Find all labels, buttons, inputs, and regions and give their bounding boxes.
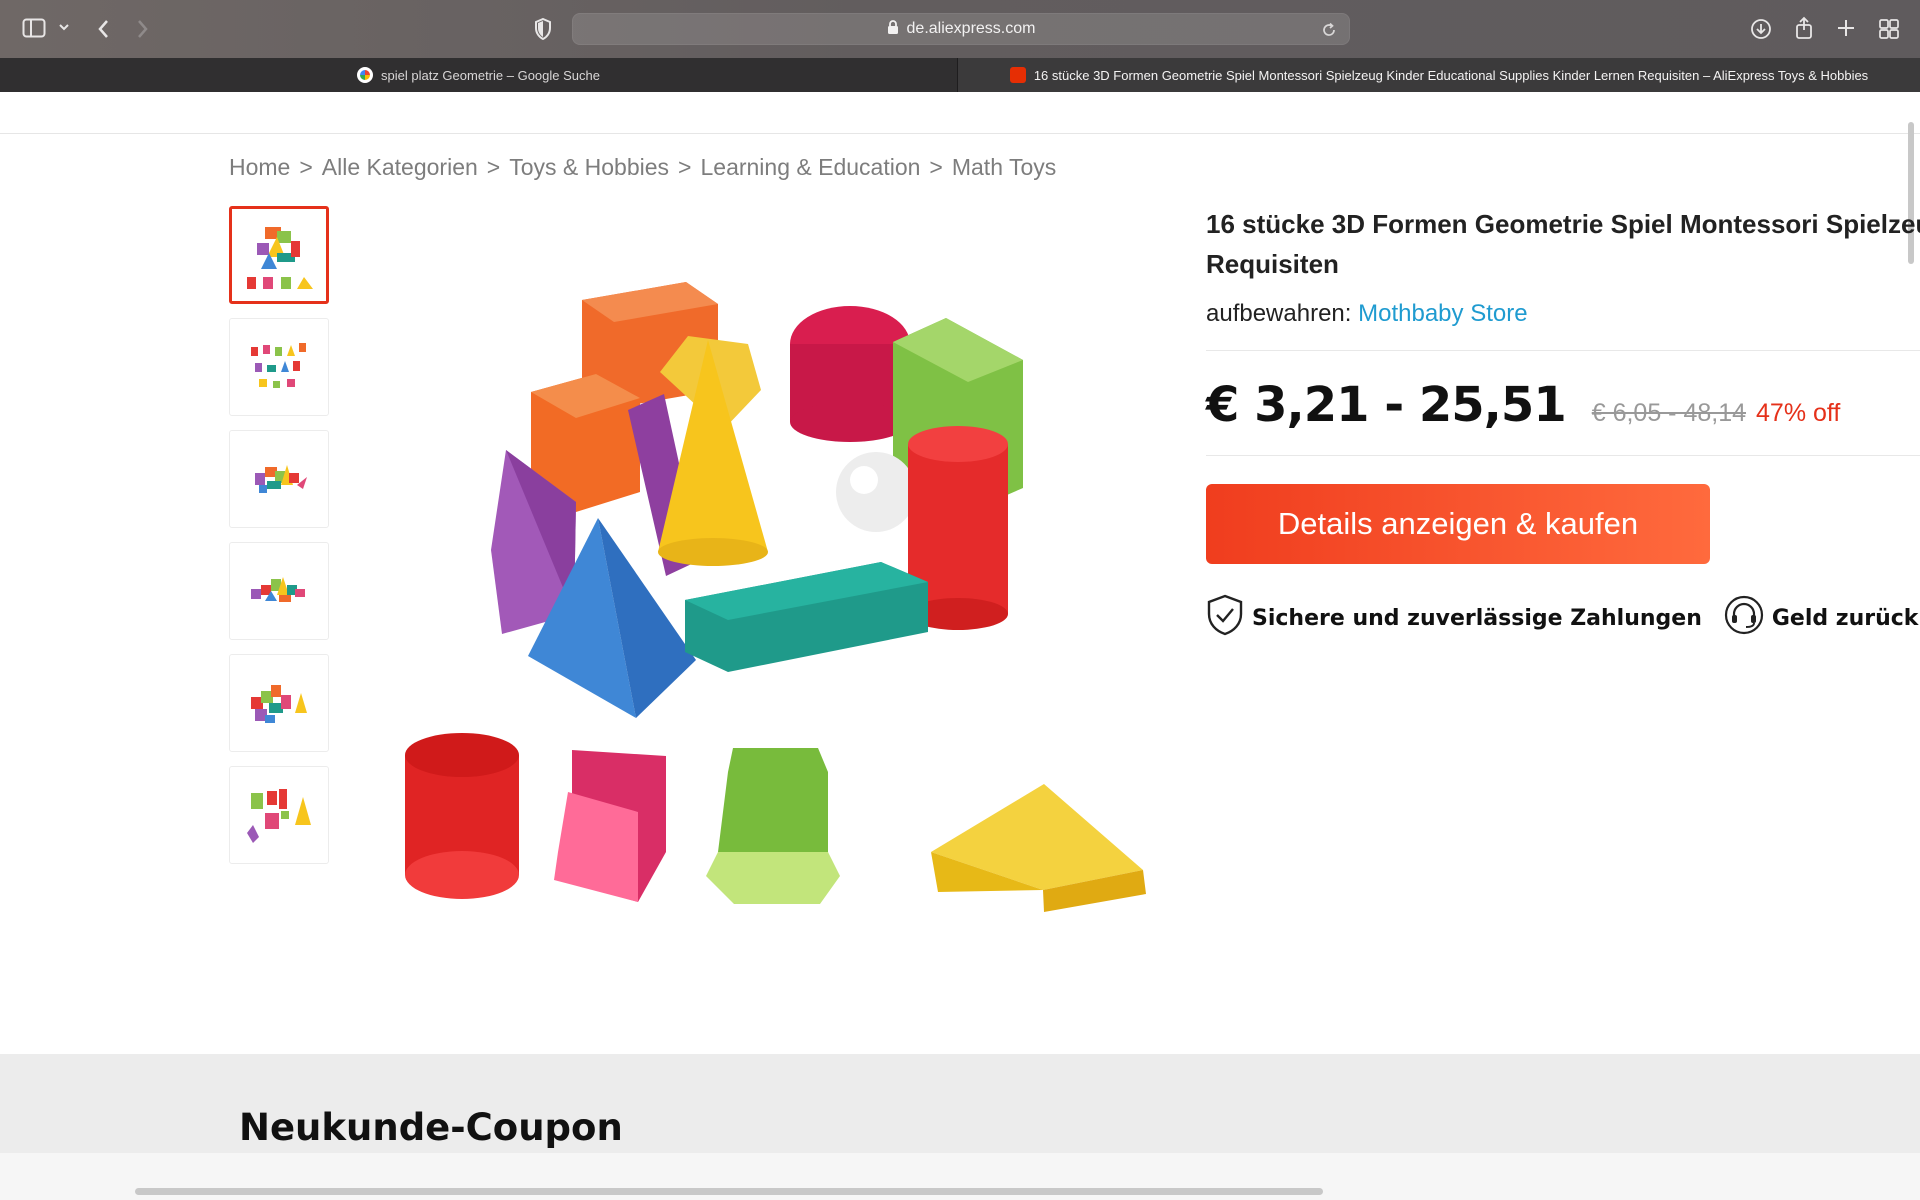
current-price: € 3,21 - 25,51	[1206, 377, 1567, 433]
product-thumbnail[interactable]	[229, 318, 329, 416]
money-back-assurance: Geld zurück garant	[1724, 595, 1920, 641]
product-info: 16 stücke 3D Formen Geometrie Spiel Mont…	[1206, 204, 1920, 642]
tab-google-search[interactable]: spiel platz Geometrie – Google Suche	[0, 58, 958, 92]
discount-badge: 47% off	[1756, 399, 1841, 427]
tab-bar: spiel platz Geometrie – Google Suche 16 …	[0, 58, 1920, 92]
product-thumbnail[interactable]	[229, 766, 329, 864]
headset-icon	[1724, 595, 1772, 641]
shield-check-icon	[1206, 594, 1252, 642]
browser-toolbar: de.aliexpress.com	[0, 0, 1920, 58]
product-thumbnail[interactable]	[229, 430, 329, 528]
store-line: aufbewahren: Mothbaby Store	[1206, 300, 1920, 328]
divider	[1206, 455, 1920, 456]
product-title: 16 stücke 3D Formen Geometrie Spiel Mont…	[1206, 209, 1920, 279]
store-link[interactable]: Mothbaby Store	[1358, 300, 1527, 327]
thumbnail-list	[229, 206, 329, 878]
sidebar-toggle-icon[interactable]	[22, 18, 46, 38]
breadcrumb-learning-education[interactable]: Learning & Education	[700, 154, 920, 181]
horizontal-scrollbar[interactable]	[135, 1188, 1323, 1195]
original-price: € 6,05 - 48,14	[1591, 399, 1747, 427]
secure-payment-assurance: Sichere und zuverlässige Zahlungen	[1206, 594, 1702, 642]
breadcrumb-separator: >	[678, 154, 692, 180]
assurance-label: Sichere und zuverlässige Zahlungen	[1252, 605, 1702, 631]
tab-title: 16 stücke 3D Formen Geometrie Spiel Mont…	[1033, 67, 1869, 83]
price-row: € 3,21 - 25,51 € 6,05 - 48,14 47% off	[1206, 377, 1920, 433]
tab-title: spiel platz Geometrie – Google Suche	[381, 67, 600, 83]
product-thumbnail[interactable]	[229, 206, 329, 304]
privacy-shield-icon[interactable]	[534, 18, 552, 40]
address-bar[interactable]: de.aliexpress.com	[572, 13, 1350, 45]
breadcrumb-math-toys[interactable]: Math Toys	[952, 154, 1056, 181]
tab-overview-icon[interactable]	[1878, 18, 1900, 40]
assurance-row: Sichere und zuverlässige Zahlungen Geld …	[1206, 594, 1920, 642]
product-thumbnail[interactable]	[229, 542, 329, 640]
new-tab-icon[interactable]	[1836, 18, 1856, 38]
breadcrumb-all-categories[interactable]: Alle Kategorien	[322, 154, 478, 181]
google-favicon-icon	[357, 67, 374, 83]
product-thumbnail[interactable]	[229, 654, 329, 752]
reload-icon[interactable]	[1321, 22, 1337, 42]
page-content: Home > Alle Kategorien > Toys & Hobbies …	[0, 92, 1920, 1200]
tab-aliexpress[interactable]: 16 stücke 3D Formen Geometrie Spiel Mont…	[958, 58, 1920, 92]
url-text: de.aliexpress.com	[906, 20, 1036, 37]
breadcrumb-home[interactable]: Home	[229, 154, 290, 181]
forward-icon[interactable]	[136, 18, 150, 40]
breadcrumb-separator: >	[929, 154, 943, 180]
assurance-label: Geld zurück garant	[1771, 605, 1920, 631]
header-strip	[0, 92, 1920, 134]
breadcrumb-separator: >	[299, 154, 313, 180]
aliexpress-favicon-icon	[1009, 67, 1026, 83]
view-details-buy-button[interactable]: Details anzeigen & kaufen	[1206, 484, 1710, 564]
breadcrumb-separator: >	[486, 154, 501, 180]
divider	[1206, 350, 1920, 351]
lock-icon	[887, 19, 899, 39]
breadcrumb-toys-hobbies[interactable]: Toys & Hobbies	[509, 154, 669, 181]
breadcrumb: Home > Alle Kategorien > Toys & Hobbies …	[229, 154, 1056, 181]
download-icon[interactable]	[1750, 18, 1772, 40]
coupon-title: Neukunde-Coupon	[239, 1106, 623, 1149]
store-label: aufbewahren:	[1206, 300, 1352, 327]
share-icon[interactable]	[1794, 16, 1814, 40]
back-icon[interactable]	[96, 18, 110, 40]
chevron-down-icon[interactable]	[58, 21, 70, 33]
product-main-image[interactable]	[388, 212, 1168, 1012]
